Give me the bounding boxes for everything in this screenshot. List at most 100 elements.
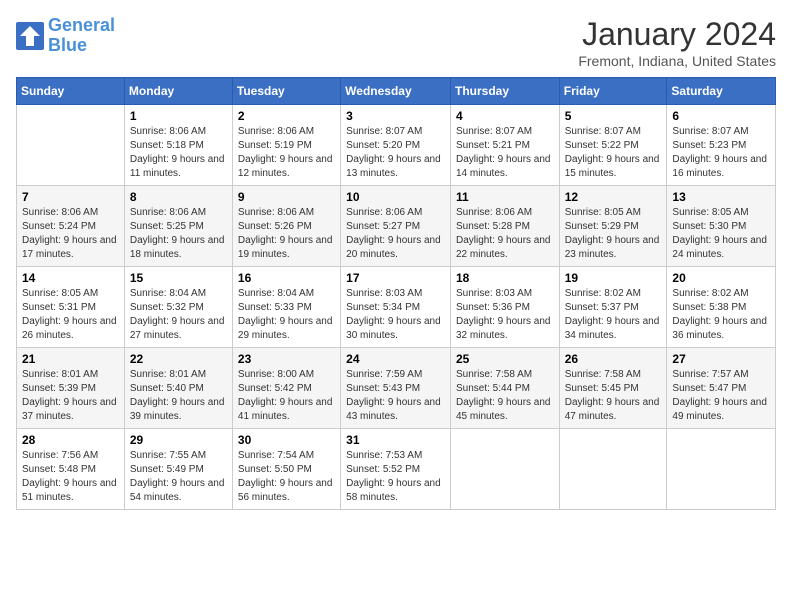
day-number: 20 bbox=[672, 271, 770, 285]
day-number: 8 bbox=[130, 190, 227, 204]
calendar-cell bbox=[559, 429, 667, 510]
day-info: Sunrise: 7:59 AMSunset: 5:43 PMDaylight:… bbox=[346, 368, 445, 424]
weekday-header-thursday: Thursday bbox=[450, 78, 559, 105]
calendar-cell: 8 Sunrise: 8:06 AMSunset: 5:25 PMDaylight… bbox=[124, 186, 232, 267]
day-info: Sunrise: 8:06 AMSunset: 5:28 PMDaylight:… bbox=[456, 206, 554, 262]
calendar-week-1: 1 Sunrise: 8:06 AMSunset: 5:18 PMDaylight… bbox=[17, 105, 776, 186]
day-number: 21 bbox=[22, 352, 119, 366]
day-number: 31 bbox=[346, 433, 445, 447]
logo: General Blue bbox=[16, 16, 115, 56]
calendar-cell: 22 Sunrise: 8:01 AMSunset: 5:40 PMDayligh… bbox=[124, 348, 232, 429]
day-number: 28 bbox=[22, 433, 119, 447]
day-number: 1 bbox=[130, 109, 227, 123]
title-area: January 2024 Fremont, Indiana, United St… bbox=[578, 16, 776, 69]
day-info: Sunrise: 7:54 AMSunset: 5:50 PMDaylight:… bbox=[238, 449, 335, 505]
location: Fremont, Indiana, United States bbox=[578, 53, 776, 69]
day-number: 7 bbox=[22, 190, 119, 204]
logo-general: General bbox=[48, 15, 115, 35]
calendar-week-3: 14 Sunrise: 8:05 AMSunset: 5:31 PMDayligh… bbox=[17, 267, 776, 348]
calendar-cell: 17Sunrise: 8:03 AMSunset: 5:34 PMDayligh… bbox=[341, 267, 451, 348]
calendar-cell: 21 Sunrise: 8:01 AMSunset: 5:39 PMDayligh… bbox=[17, 348, 125, 429]
day-number: 13 bbox=[672, 190, 770, 204]
calendar-cell: 20 Sunrise: 8:02 AMSunset: 5:38 PMDayligh… bbox=[667, 267, 776, 348]
calendar-cell: 7 Sunrise: 8:06 AMSunset: 5:24 PMDaylight… bbox=[17, 186, 125, 267]
day-number: 9 bbox=[238, 190, 335, 204]
day-number: 23 bbox=[238, 352, 335, 366]
day-info: Sunrise: 8:06 AMSunset: 5:24 PMDaylight:… bbox=[22, 206, 119, 262]
day-number: 10 bbox=[346, 190, 445, 204]
calendar-week-4: 21 Sunrise: 8:01 AMSunset: 5:39 PMDayligh… bbox=[17, 348, 776, 429]
day-number: 14 bbox=[22, 271, 119, 285]
calendar-cell: 15Sunrise: 8:04 AMSunset: 5:32 PMDayligh… bbox=[124, 267, 232, 348]
day-info: Sunrise: 8:03 AMSunset: 5:36 PMDaylight:… bbox=[456, 287, 554, 343]
day-number: 18 bbox=[456, 271, 554, 285]
weekday-header-monday: Monday bbox=[124, 78, 232, 105]
weekday-header-sunday: Sunday bbox=[17, 78, 125, 105]
calendar-cell: 2 Sunrise: 8:06 AMSunset: 5:19 PMDaylight… bbox=[232, 105, 340, 186]
day-number: 25 bbox=[456, 352, 554, 366]
calendar-cell: 24Sunrise: 7:59 AMSunset: 5:43 PMDayligh… bbox=[341, 348, 451, 429]
day-number: 16 bbox=[238, 271, 335, 285]
calendar-cell: 14 Sunrise: 8:05 AMSunset: 5:31 PMDayligh… bbox=[17, 267, 125, 348]
calendar-cell bbox=[667, 429, 776, 510]
calendar-cell: 1 Sunrise: 8:06 AMSunset: 5:18 PMDaylight… bbox=[124, 105, 232, 186]
calendar-table: SundayMondayTuesdayWednesdayThursdayFrid… bbox=[16, 77, 776, 510]
day-info: Sunrise: 8:06 AMSunset: 5:25 PMDaylight:… bbox=[130, 206, 227, 262]
day-info: Sunrise: 8:06 AMSunset: 5:18 PMDaylight:… bbox=[130, 125, 227, 181]
calendar-cell: 31 Sunrise: 7:53 AMSunset: 5:52 PMDayligh… bbox=[341, 429, 451, 510]
calendar-cell: 27Sunrise: 7:57 AMSunset: 5:47 PMDayligh… bbox=[667, 348, 776, 429]
calendar-cell: 19Sunrise: 8:02 AMSunset: 5:37 PMDayligh… bbox=[559, 267, 667, 348]
day-info: Sunrise: 8:01 AMSunset: 5:39 PMDaylight:… bbox=[22, 368, 119, 424]
day-number: 5 bbox=[565, 109, 662, 123]
calendar-cell: 13 Sunrise: 8:05 AMSunset: 5:30 PMDayligh… bbox=[667, 186, 776, 267]
day-number: 17 bbox=[346, 271, 445, 285]
header: General Blue January 2024 Fremont, India… bbox=[16, 16, 776, 69]
day-info: Sunrise: 8:05 AMSunset: 5:29 PMDaylight:… bbox=[565, 206, 662, 262]
day-info: Sunrise: 7:53 AMSunset: 5:52 PMDaylight:… bbox=[346, 449, 445, 505]
day-info: Sunrise: 8:07 AMSunset: 5:20 PMDaylight:… bbox=[346, 125, 445, 181]
calendar-cell: 12Sunrise: 8:05 AMSunset: 5:29 PMDayligh… bbox=[559, 186, 667, 267]
calendar-cell: 18 Sunrise: 8:03 AMSunset: 5:36 PMDayligh… bbox=[450, 267, 559, 348]
calendar-cell: 10 Sunrise: 8:06 AMSunset: 5:27 PMDayligh… bbox=[341, 186, 451, 267]
day-number: 2 bbox=[238, 109, 335, 123]
day-info: Sunrise: 8:07 AMSunset: 5:23 PMDaylight:… bbox=[672, 125, 770, 181]
weekday-header-saturday: Saturday bbox=[667, 78, 776, 105]
calendar-cell: 5Sunrise: 8:07 AMSunset: 5:22 PMDaylight… bbox=[559, 105, 667, 186]
calendar-cell: 30Sunrise: 7:54 AMSunset: 5:50 PMDayligh… bbox=[232, 429, 340, 510]
day-info: Sunrise: 8:04 AMSunset: 5:32 PMDaylight:… bbox=[130, 287, 227, 343]
calendar-cell: 4Sunrise: 8:07 AMSunset: 5:21 PMDaylight… bbox=[450, 105, 559, 186]
day-info: Sunrise: 7:58 AMSunset: 5:45 PMDaylight:… bbox=[565, 368, 662, 424]
day-info: Sunrise: 8:05 AMSunset: 5:30 PMDaylight:… bbox=[672, 206, 770, 262]
calendar-week-5: 28 Sunrise: 7:56 AMSunset: 5:48 PMDayligh… bbox=[17, 429, 776, 510]
day-info: Sunrise: 8:05 AMSunset: 5:31 PMDaylight:… bbox=[22, 287, 119, 343]
day-number: 29 bbox=[130, 433, 227, 447]
logo-icon bbox=[16, 22, 44, 50]
weekday-header-tuesday: Tuesday bbox=[232, 78, 340, 105]
day-info: Sunrise: 8:01 AMSunset: 5:40 PMDaylight:… bbox=[130, 368, 227, 424]
calendar-cell: 3Sunrise: 8:07 AMSunset: 5:20 PMDaylight… bbox=[341, 105, 451, 186]
day-number: 11 bbox=[456, 190, 554, 204]
day-number: 4 bbox=[456, 109, 554, 123]
weekday-header-friday: Friday bbox=[559, 78, 667, 105]
day-info: Sunrise: 8:06 AMSunset: 5:27 PMDaylight:… bbox=[346, 206, 445, 262]
day-number: 22 bbox=[130, 352, 227, 366]
calendar-cell bbox=[450, 429, 559, 510]
day-number: 19 bbox=[565, 271, 662, 285]
weekday-header-wednesday: Wednesday bbox=[341, 78, 451, 105]
month-title: January 2024 bbox=[578, 16, 776, 53]
calendar-cell: 16Sunrise: 8:04 AMSunset: 5:33 PMDayligh… bbox=[232, 267, 340, 348]
day-number: 26 bbox=[565, 352, 662, 366]
logo-text: General Blue bbox=[48, 16, 115, 56]
day-info: Sunrise: 7:57 AMSunset: 5:47 PMDaylight:… bbox=[672, 368, 770, 424]
calendar-cell bbox=[17, 105, 125, 186]
calendar-cell: 6 Sunrise: 8:07 AMSunset: 5:23 PMDaylight… bbox=[667, 105, 776, 186]
calendar-cell: 23 Sunrise: 8:00 AMSunset: 5:42 PMDayligh… bbox=[232, 348, 340, 429]
day-info: Sunrise: 8:02 AMSunset: 5:38 PMDaylight:… bbox=[672, 287, 770, 343]
day-info: Sunrise: 8:00 AMSunset: 5:42 PMDaylight:… bbox=[238, 368, 335, 424]
day-info: Sunrise: 7:58 AMSunset: 5:44 PMDaylight:… bbox=[456, 368, 554, 424]
day-number: 6 bbox=[672, 109, 770, 123]
day-info: Sunrise: 7:56 AMSunset: 5:48 PMDaylight:… bbox=[22, 449, 119, 505]
weekday-header-row: SundayMondayTuesdayWednesdayThursdayFrid… bbox=[17, 78, 776, 105]
calendar-cell: 11 Sunrise: 8:06 AMSunset: 5:28 PMDayligh… bbox=[450, 186, 559, 267]
day-info: Sunrise: 8:06 AMSunset: 5:19 PMDaylight:… bbox=[238, 125, 335, 181]
